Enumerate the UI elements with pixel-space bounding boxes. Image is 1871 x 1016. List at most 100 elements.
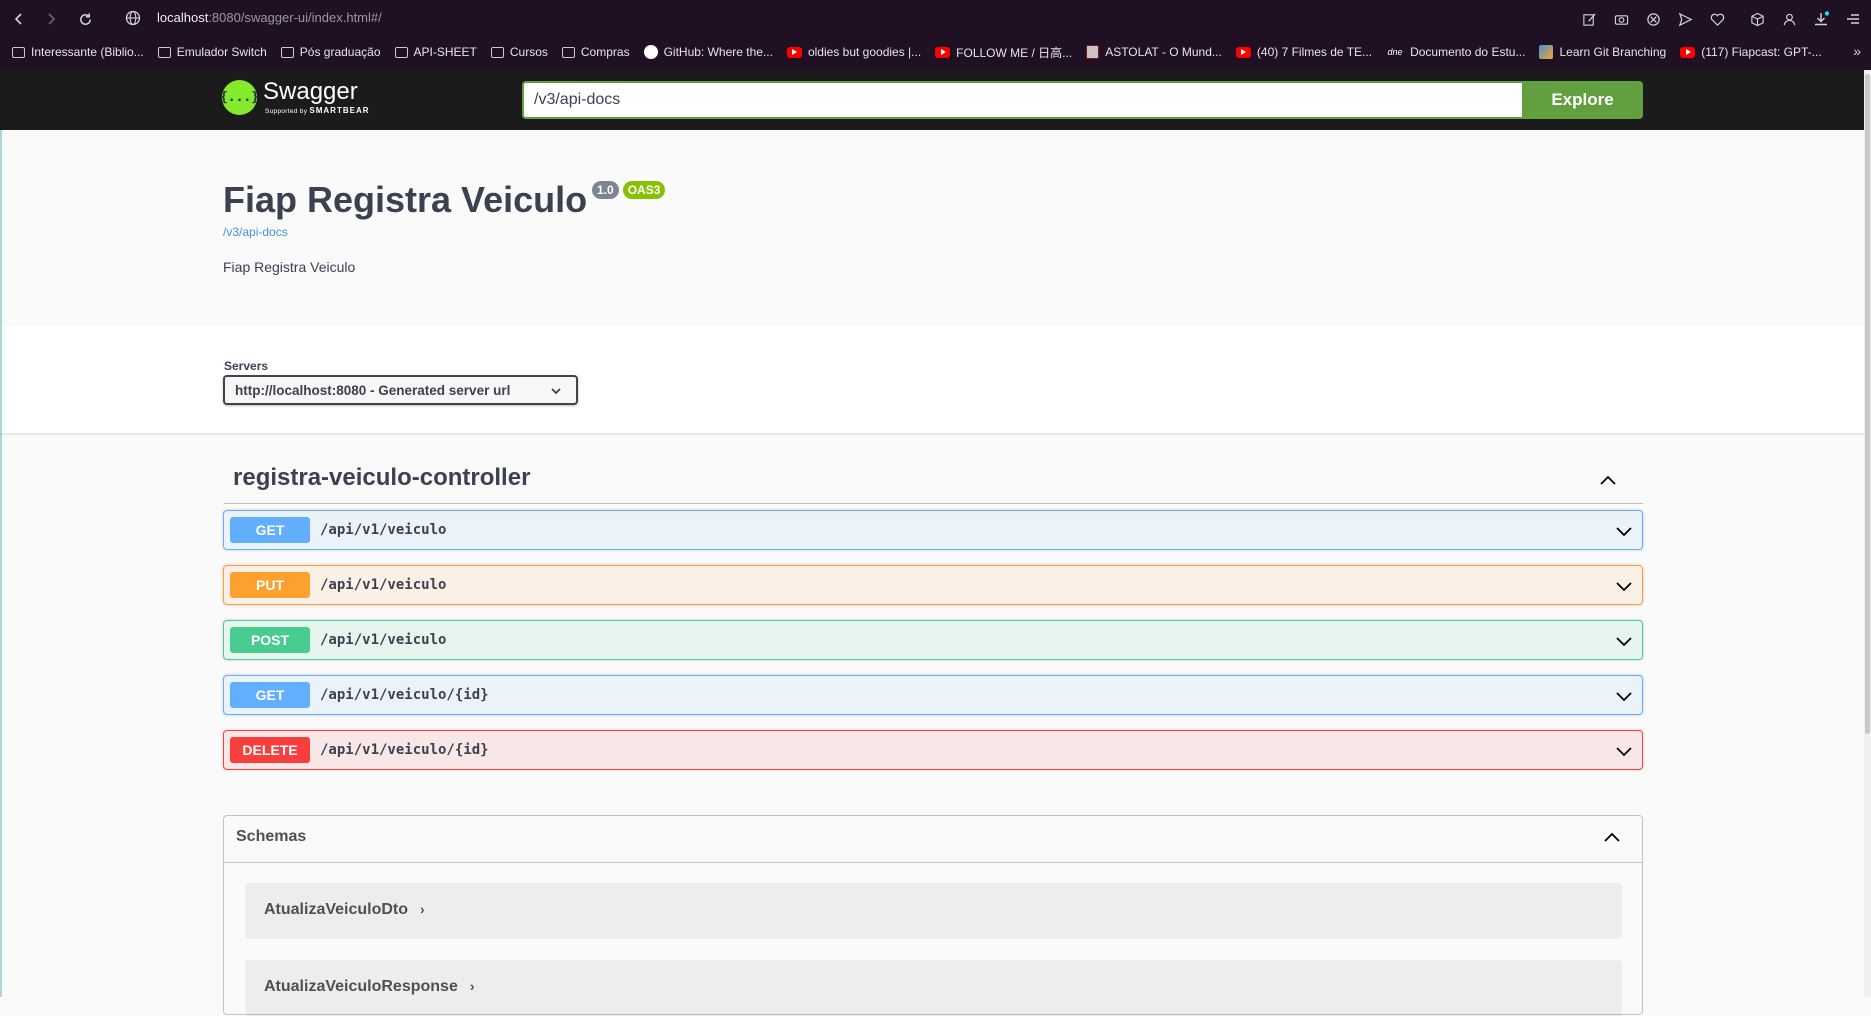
- spec-url-form: Explore: [522, 81, 1643, 119]
- endpoint-path: /api/v1/veiculo: [320, 632, 447, 648]
- servers-selected-value: http://localhost:8080 - Generated server…: [235, 382, 511, 398]
- bookmark-item[interactable]: FOLLOW ME / 日高...: [935, 44, 1072, 61]
- chevron-down-icon: [550, 385, 562, 400]
- block-icon[interactable]: [1643, 9, 1663, 29]
- spec-link[interactable]: /v3/api-docs: [223, 225, 288, 239]
- swagger-logo-icon: {...}: [220, 80, 259, 116]
- schema-item[interactable]: AtualizaVeiculoDto ›: [245, 883, 1622, 939]
- explore-button[interactable]: Explore: [1522, 81, 1643, 119]
- swagger-logo-supported: Supported by: [265, 108, 308, 115]
- servers-select[interactable]: http://localhost:8080 - Generated server…: [223, 375, 578, 405]
- schema-label: AtualizaVeiculoDto: [264, 901, 409, 918]
- api-info: Fiap Registra Veiculo 1.0 OAS3 /v3/api-d…: [0, 130, 1864, 326]
- cube-icon[interactable]: [1747, 9, 1767, 29]
- menu-icon[interactable]: [1843, 9, 1863, 29]
- api-description: Fiap Registra Veiculo: [223, 259, 356, 275]
- reload-icon[interactable]: [74, 8, 96, 30]
- swagger-logo-brand: SMARTBEAR: [309, 106, 370, 115]
- oas-badge: OAS3: [622, 181, 666, 199]
- chevron-right-icon: ›: [469, 978, 475, 994]
- bookmark-item[interactable]: GitHub: Where the...: [643, 45, 773, 59]
- bookmarks-bar: Interessante (Biblio... Emulador Switch Pó…: [12, 42, 1836, 62]
- youtube-icon: [786, 46, 802, 58]
- camera-icon[interactable]: [1611, 9, 1631, 29]
- bookmark-label: oldies but goodies |...: [807, 45, 922, 59]
- swagger-logo-name: Swagger: [263, 78, 358, 105]
- http-method-badge: GET: [230, 517, 310, 543]
- youtube-icon: [1235, 46, 1251, 58]
- servers-label: Servers: [224, 359, 269, 373]
- bookmark-label: (117) Fiapcast: GPT-...: [1701, 45, 1822, 59]
- bookmark-item[interactable]: Interessante (Biblio...: [12, 45, 144, 59]
- schemas-section: Schemas AtualizaVeiculoDto › AtualizaVeicu…: [223, 815, 1643, 1016]
- schema-item[interactable]: AtualizaVeiculoResponse ›: [245, 960, 1622, 1016]
- chevron-down-icon[interactable]: [1614, 576, 1634, 601]
- bookmark-item[interactable]: dne Documento do Estu...: [1386, 45, 1526, 59]
- bookmark-item[interactable]: Cursos: [490, 45, 548, 59]
- left-edge-border: [0, 130, 2, 997]
- bookmark-label: ASTOLAT - O Mund...: [1105, 45, 1222, 59]
- chevron-up-icon[interactable]: [1598, 471, 1618, 496]
- back-icon[interactable]: [8, 8, 30, 30]
- http-method-badge: POST: [230, 627, 310, 653]
- folder-icon: [394, 46, 408, 58]
- opblock-get[interactable]: GET/api/v1/veiculo: [223, 510, 1643, 550]
- forward-icon[interactable]: [40, 8, 62, 30]
- folder-icon: [12, 46, 25, 58]
- page-scrollbar[interactable]: [1864, 70, 1871, 997]
- folder-icon: [280, 46, 294, 58]
- url-path: :8080/swagger-ui/index.html#/: [208, 10, 382, 25]
- swagger-topbar: {...} Swagger Supported by SMARTBEAR Exp…: [0, 70, 1864, 130]
- bookmark-item[interactable]: Learn Git Branching: [1539, 45, 1666, 59]
- tag-title: registra-veiculo-controller: [233, 464, 531, 491]
- bookmark-label: Emulador Switch: [176, 45, 267, 59]
- download-icon[interactable]: [1811, 9, 1831, 29]
- scrollbar-thumb[interactable]: [1865, 74, 1870, 734]
- opblock-get[interactable]: GET/api/v1/veiculo/{id}: [223, 675, 1643, 715]
- swagger-logo[interactable]: {...} Swagger Supported by SMARTBEAR: [220, 80, 370, 116]
- chevron-right-icon: ›: [420, 901, 425, 917]
- opblock-put[interactable]: PUT/api/v1/veiculo: [223, 565, 1643, 605]
- send-icon[interactable]: [1675, 9, 1695, 29]
- profile-icon[interactable]: [1779, 9, 1799, 29]
- api-title: Fiap Registra Veiculo: [223, 179, 588, 220]
- chevron-down-icon[interactable]: [1614, 741, 1634, 766]
- edit-icon[interactable]: [1579, 9, 1599, 29]
- chevron-down-icon[interactable]: [1614, 686, 1634, 711]
- schema-label: AtualizaVeiculoResponse: [264, 978, 458, 995]
- address-bar[interactable]: localhost:8080/swagger-ui/index.html#/: [157, 10, 382, 25]
- heart-icon[interactable]: [1707, 9, 1727, 29]
- folder-icon: [561, 46, 575, 58]
- version-badge: 1.0: [592, 181, 619, 199]
- bookmark-item[interactable]: Pós graduação: [280, 45, 381, 59]
- http-method-badge: PUT: [230, 572, 310, 598]
- bookmark-item[interactable]: (117) Fiapcast: GPT-...: [1680, 45, 1822, 59]
- bookmark-item[interactable]: (40) 7 Filmes de TE...: [1235, 45, 1373, 59]
- schemas-header[interactable]: Schemas: [224, 816, 1642, 863]
- chevron-up-icon[interactable]: [1602, 828, 1622, 853]
- bookmark-label: Compras: [580, 45, 630, 59]
- chevron-down-icon[interactable]: [1614, 521, 1634, 546]
- tag-header[interactable]: registra-veiculo-controller: [224, 463, 1643, 504]
- opblock-delete[interactable]: DELETE/api/v1/veiculo/{id}: [223, 730, 1643, 770]
- dne-icon: dne: [1387, 47, 1403, 57]
- browser-nav-row: localhost:8080/swagger-ui/index.html#/: [0, 0, 1871, 38]
- site-info-icon[interactable]: [125, 10, 143, 28]
- bookmark-item[interactable]: oldies but goodies |...: [786, 45, 922, 59]
- folder-icon: [157, 46, 171, 58]
- bookmark-item[interactable]: Emulador Switch: [157, 45, 267, 59]
- bookmarks-overflow-icon[interactable]: »: [1853, 43, 1861, 59]
- endpoint-path: /api/v1/veiculo/{id}: [320, 687, 489, 703]
- bookmark-label: (40) 7 Filmes de TE...: [1256, 45, 1373, 59]
- opblock-post[interactable]: POST/api/v1/veiculo: [223, 620, 1643, 660]
- swagger-logo-text: Swagger Supported by SMARTBEAR: [263, 80, 370, 116]
- endpoint-path: /api/v1/veiculo: [320, 522, 447, 538]
- bookmark-label: GitHub: Where the...: [663, 45, 773, 59]
- bookmark-item[interactable]: API-SHEET: [394, 45, 477, 59]
- bookmark-item[interactable]: ASTOLAT - O Mund...: [1086, 45, 1222, 59]
- spec-url-input[interactable]: [522, 81, 1522, 119]
- bookmark-item[interactable]: Compras: [561, 45, 630, 59]
- folder-icon: [490, 46, 504, 58]
- servers-section: Servers http://localhost:8080 - Generate…: [0, 326, 1864, 434]
- chevron-down-icon[interactable]: [1614, 631, 1634, 656]
